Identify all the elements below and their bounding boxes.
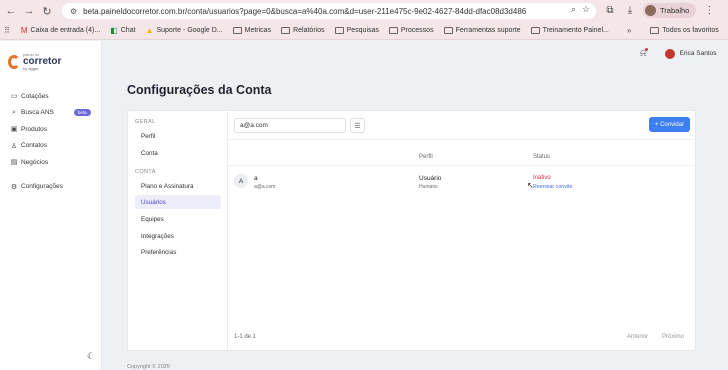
settings-nav-equipes[interactable]: Equipes (135, 212, 221, 226)
bookmark-drive[interactable]: ▲ Suporte - Google D... (146, 26, 223, 35)
site-info-icon[interactable]: ⚙ (70, 7, 77, 16)
profile-label: Trabalho (660, 6, 690, 15)
pagination-next-button[interactable]: Próximo (662, 334, 684, 340)
folder-icon (530, 27, 540, 34)
document-icon: ▭ (10, 93, 18, 101)
status-badge: Inativo (533, 175, 551, 181)
person-icon: ♙ (10, 142, 18, 150)
folder-icon (443, 27, 453, 34)
settings-nav-integracoes[interactable]: Integrações (135, 229, 221, 243)
settings-nav-conta[interactable]: Conta (135, 146, 221, 160)
reload-icon[interactable]: ↻ (40, 4, 54, 18)
browser-toolbar: ← → ↻ ⚙ beta.paineldocorretor.com.br/con… (0, 0, 728, 22)
folder-icon (650, 27, 660, 34)
folder-icon (232, 27, 242, 34)
pagination-prev-button[interactable]: Anterior (627, 334, 648, 340)
zoom-icon[interactable]: ⌕ (571, 4, 576, 15)
sidebar-item-busca-ans[interactable]: ⌕ Busca ANS beta (10, 105, 98, 122)
bookmark-chat[interactable]: ◧ Chat (110, 26, 135, 35)
folder-icon (388, 27, 398, 34)
topbar-user: ⍾ Erica Santos (640, 48, 716, 59)
address-bar[interactable]: ⚙ beta.paineldocorretor.com.br/conta/usu… (62, 3, 596, 19)
profile-avatar (645, 5, 656, 16)
gear-icon: ⚙ (10, 183, 18, 191)
user-email-cell: a@a.com (254, 184, 276, 190)
bookmark-treinamento[interactable]: Treinamento Painel... (530, 27, 609, 34)
extensions-icon[interactable]: ⧉ (603, 5, 617, 16)
user-avatar: A (234, 174, 248, 188)
search-icon: ⌕ (12, 108, 16, 116)
bookmark-ferramentas[interactable]: Ferramentas suporte (443, 27, 521, 34)
mouse-cursor-icon: ↖ (527, 181, 534, 190)
bookmark-gmail[interactable]: M Caixa de entrada (4)... (21, 26, 100, 35)
folder-icon (334, 27, 344, 34)
bookmark-metricas[interactable]: Metricas (232, 27, 271, 34)
dark-mode-icon[interactable]: ☾ (87, 351, 95, 362)
user-role-cell: Usuário (419, 175, 442, 182)
notification-dot (644, 48, 648, 51)
bookmark-relatorios[interactable]: Relatórios (281, 27, 325, 34)
download-icon[interactable]: ⤓ (623, 5, 637, 16)
divider (228, 139, 696, 140)
folder-icon (281, 27, 291, 34)
copyright-text: Copyright © 2025 (127, 364, 170, 370)
settings-nav-plano[interactable]: Plano e Assinatura (135, 179, 221, 193)
section-account: CONTA (135, 169, 156, 175)
filter-icon: ☰ (354, 122, 361, 130)
briefcase-icon: ▤ (10, 159, 18, 167)
settings-nav-perfil[interactable]: Perfil (135, 129, 221, 143)
sidebar-item-configuracoes[interactable]: ⚙ Configurações (10, 179, 98, 196)
notification-bell-icon[interactable]: ⍾ (640, 48, 648, 59)
settings-nav: GERAL Perfil Conta CONTA Plano e Assinat… (128, 111, 228, 350)
filter-button[interactable]: ☰ (350, 118, 365, 133)
sidebar-nav: ▭ Cotações ⌕ Busca ANS beta ▣ Produtos ♙… (10, 88, 98, 195)
bookmarks-bar: ⠿ M Caixa de entrada (4)... ◧ Chat ▲ Suport… (0, 22, 728, 40)
pagination-count: 1-1 de 1 (234, 334, 257, 340)
sidebar-item-cotacoes[interactable]: ▭ Cotações (10, 88, 98, 105)
settings-card: GERAL Perfil Conta CONTA Plano e Assinat… (127, 110, 696, 351)
page-title: Configurações da Conta (127, 83, 272, 97)
bookmark-processos[interactable]: Processos (388, 27, 434, 34)
url-text: beta.paineldocorretor.com.br/conta/usuar… (83, 6, 527, 16)
more-bookmarks-icon[interactable]: » (627, 26, 634, 35)
apps-icon[interactable]: ⠿ (4, 26, 13, 35)
logo-mark (8, 55, 20, 69)
column-header-profile: Perfil (419, 154, 433, 160)
logo-by: by agger (23, 66, 39, 71)
box-icon: ▣ (10, 126, 18, 134)
avatar[interactable] (664, 48, 675, 59)
sidebar-item-negocios[interactable]: ▤ Negócios (10, 154, 98, 171)
settings-nav-preferencias[interactable]: Preferências (135, 245, 221, 259)
profile-chip[interactable]: Trabalho (643, 3, 697, 18)
sidebar-item-contatos[interactable]: ♙ Contatos (10, 138, 98, 155)
menu-icon[interactable]: ⋮ (702, 5, 716, 16)
forward-icon[interactable]: → (22, 4, 36, 18)
user-name-cell: a (254, 175, 258, 182)
sidebar: painel do corretor by agger ▭ Cotações ⌕… (0, 41, 102, 370)
chat-icon: ◧ (110, 26, 118, 35)
user-name[interactable]: Erica Santos (680, 50, 717, 57)
invite-button[interactable]: + Convidar (649, 117, 690, 132)
column-header-status: Status (533, 154, 551, 160)
bookmark-star-icon[interactable]: ☆ (582, 4, 590, 15)
section-general: GERAL (135, 119, 156, 125)
settings-nav-usuarios[interactable]: Usuários (135, 195, 221, 209)
back-icon[interactable]: ← (4, 4, 18, 18)
search-input[interactable]: a@a.com (234, 118, 346, 133)
resend-invite-link[interactable]: Reenviar convite (533, 184, 572, 190)
beta-badge: beta (73, 109, 91, 117)
gmail-icon: M (20, 26, 28, 35)
user-team-cell: Humans (419, 184, 438, 190)
bookmark-pesquisas[interactable]: Pesquisas (334, 27, 379, 34)
divider (228, 165, 696, 166)
bookmark-all-favorites[interactable]: Todos os favoritos (650, 27, 719, 34)
drive-icon: ▲ (145, 26, 154, 35)
logo[interactable]: painel do corretor by agger (8, 53, 61, 71)
sidebar-item-produtos[interactable]: ▣ Produtos (10, 121, 98, 138)
